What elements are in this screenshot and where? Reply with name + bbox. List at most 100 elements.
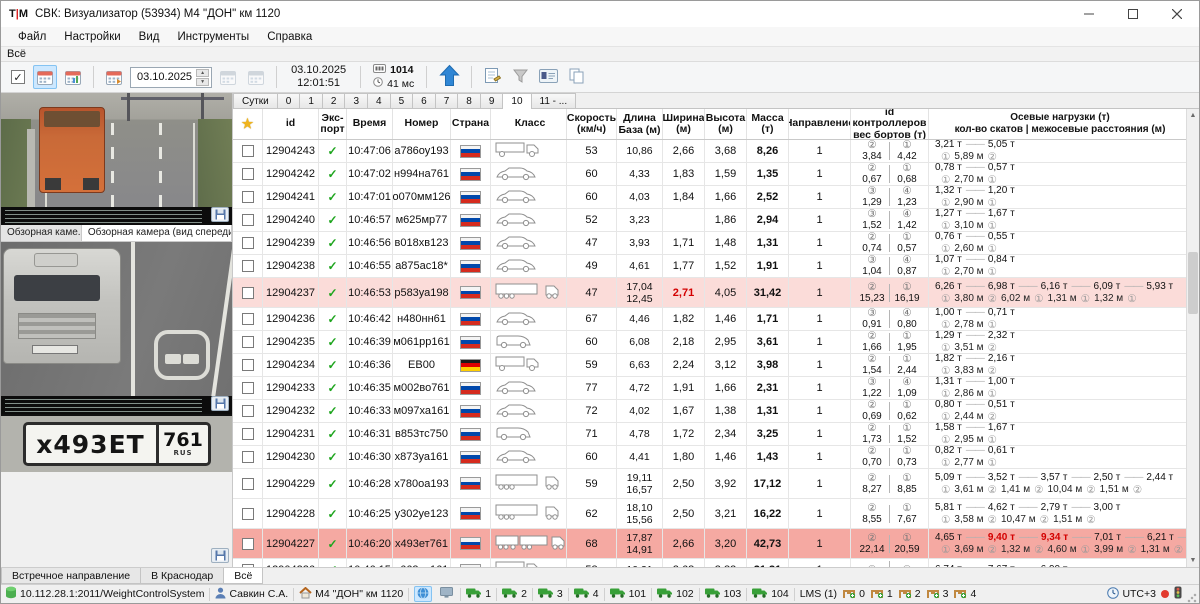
row-checkbox[interactable] [242,405,254,417]
maximize-button[interactable] [1111,1,1155,27]
calendar-chart-button[interactable] [61,65,85,89]
lane-truck-counter[interactable]: 104 [752,587,789,601]
row-checkbox[interactable] [242,451,254,463]
copy-button[interactable] [564,65,588,89]
scroll-up-arrow[interactable]: ▲ [1187,109,1199,122]
prev-day-button[interactable] [216,65,240,89]
day-tab-3[interactable]: 3 [344,93,368,108]
column-header[interactable]: Направление [789,109,851,139]
column-header[interactable]: Скорость (км/ч) [567,109,617,139]
column-header[interactable]: Длина База (м) [617,109,663,139]
id-card-button[interactable] [536,65,560,89]
calendar-day-button[interactable] [33,65,57,89]
gantry-counter[interactable]: 3 [926,587,949,602]
column-header[interactable]: Экс- порт [319,109,347,139]
today-button[interactable] [244,65,268,89]
day-tab-11 - ...[interactable]: 11 - ... [531,93,577,108]
gantry-counter[interactable]: 4 [953,587,976,602]
table-row[interactable]: 12904243 ✓ 10:47:06 а786оу193 53 10,86 2… [233,140,1186,163]
save-image-button[interactable] [211,396,229,411]
lane-truck-counter[interactable]: 103 [705,587,742,601]
column-header[interactable]: Номер [393,109,451,139]
table-row[interactable]: 12904238 ✓ 10:46:55 а875ас18* 49 4,61 1,… [233,255,1186,278]
column-header[interactable]: id [263,109,319,139]
menu-item-Вид[interactable]: Вид [130,29,169,45]
table-row[interactable]: 12904236 ✓ 10:46:42 н480нн61 67 4,46 1,8… [233,308,1186,331]
lane-truck-counter[interactable]: 102 [657,587,694,601]
row-checkbox[interactable] [242,428,254,440]
table-row[interactable]: 12904229 ✓ 10:46:28 х780оа193 59 19,1116… [233,469,1186,499]
report-button[interactable] [480,65,504,89]
table-row[interactable]: 12904230 ✓ 10:46:30 х873уа161 60 4,41 1,… [233,446,1186,469]
table-row[interactable]: 12904239 ✓ 10:46:56 в018хв123 47 3,93 1,… [233,232,1186,255]
row-checkbox[interactable] [242,336,254,348]
close-button[interactable] [1155,1,1199,27]
date-input[interactable]: 03.10.2025 ▲▼ [130,67,212,88]
table-row[interactable]: 12904241 ✓ 10:47:01 о070мм126 60 4,03 1,… [233,186,1186,209]
minimize-button[interactable] [1067,1,1111,27]
table-row[interactable]: 12904228 ✓ 10:46:25 у302уе123 62 18,1015… [233,499,1186,529]
column-header[interactable]: Высота (м) [705,109,747,139]
day-tab-10[interactable]: 10 [502,93,531,109]
row-checkbox[interactable] [242,538,254,550]
table-row[interactable]: 12904232 ✓ 10:46:33 м097ха161 72 4,02 1,… [233,400,1186,423]
row-checkbox[interactable] [242,382,254,394]
row-checkbox[interactable] [242,478,254,490]
row-checkbox[interactable] [242,313,254,325]
day-tab-Сутки[interactable]: Сутки [233,93,278,108]
table-row[interactable]: 12904227 ✓ 10:46:20 х493ет761 68 17,8714… [233,529,1186,559]
day-tab-6[interactable]: 6 [412,93,436,108]
row-checkbox[interactable] [242,508,254,520]
row-checkbox[interactable] [242,287,254,299]
table-row[interactable]: 12904240 ✓ 10:46:57 м625мр77 52 3,23 1,8… [233,209,1186,232]
station-name[interactable]: М4 "ДОН" км 1120 [299,587,403,602]
row-checkbox[interactable] [242,260,254,272]
day-tab-4[interactable]: 4 [367,93,391,108]
save-image-button[interactable] [211,548,229,563]
column-header[interactable]: Масса (т) [747,109,789,139]
column-header[interactable]: Ширина (м) [663,109,705,139]
direction-tab[interactable]: Всё [223,568,263,584]
table-row[interactable]: 12904231 ✓ 10:46:31 в853тс750 71 4,78 1,… [233,423,1186,446]
scroll-down-arrow[interactable]: ▼ [1187,554,1199,567]
lane-truck-counter[interactable]: 2 [502,587,527,601]
date-spinner[interactable]: ▲▼ [196,69,209,86]
day-tab-5[interactable]: 5 [390,93,414,108]
column-header[interactable]: Время [347,109,393,139]
lane-truck-counter[interactable]: 101 [610,587,647,601]
row-checkbox[interactable] [242,237,254,249]
monitor-button[interactable] [437,586,455,602]
menu-item-Справка[interactable]: Справка [258,29,321,45]
menu-item-Настройки[interactable]: Настройки [55,29,129,45]
column-header[interactable]: Класс [491,109,567,139]
lane-truck-counter[interactable]: 1 [466,587,491,601]
day-tab-9[interactable]: 9 [480,93,504,108]
table-row[interactable]: 12904242 ✓ 10:47:02 н994на761 60 4,33 1,… [233,163,1186,186]
column-header[interactable]: Осевые нагрузки (т) кол-во скатов | межо… [929,109,1186,139]
row-checkbox[interactable] [242,191,254,203]
gantry-counter[interactable]: 1 [870,587,893,602]
table-row[interactable]: 12904226 ✓ 10:46:15 у663сн161 58 10,31 2… [233,559,1186,567]
day-tab-2[interactable]: 2 [322,93,346,108]
save-image-button[interactable] [211,207,229,222]
select-all-checkbox[interactable]: ✓ [11,70,25,84]
column-header[interactable]: id контроллеров вес бортов (т) [851,109,929,139]
table-row[interactable]: 12904234 ✓ 10:46:36 ЕВ00 59 6,63 2,24 3,… [233,354,1186,377]
calendar-go-button[interactable] [102,65,126,89]
lane-truck-counter[interactable]: 3 [538,587,563,601]
table-row[interactable]: 12904235 ✓ 10:46:39 м061рр161 60 6,08 2,… [233,331,1186,354]
day-tab-7[interactable]: 7 [435,93,459,108]
direction-tab[interactable]: В Краснодар [140,568,224,584]
gantry-counter[interactable]: 0 [842,587,865,602]
direction-tab[interactable]: Встречное направление [1,568,141,584]
camera-tab-0[interactable]: Обзорная каме... [1,225,82,241]
day-tab-0[interactable]: 0 [277,93,301,108]
current-user[interactable]: Савкин С.А. [215,587,288,602]
globe-user-button[interactable] [414,586,432,602]
gantry-counter[interactable]: 2 [898,587,921,602]
scrollbar-thumb[interactable] [1188,252,1198,314]
row-checkbox[interactable] [242,359,254,371]
day-tab-1[interactable]: 1 [299,93,323,108]
column-header[interactable]: Страна [451,109,491,139]
row-checkbox[interactable] [242,214,254,226]
